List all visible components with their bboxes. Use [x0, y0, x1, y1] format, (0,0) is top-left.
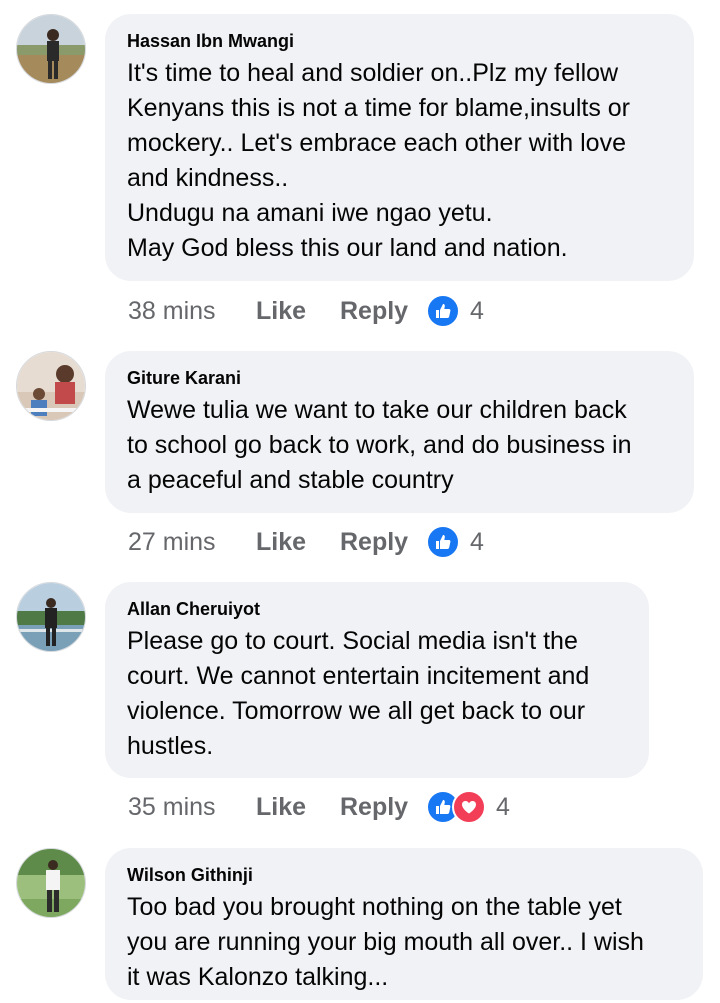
comment-bubble: Hassan Ibn Mwangi It's time to heal and …	[105, 14, 694, 281]
like-button[interactable]: Like	[256, 793, 340, 822]
comment-timestamp[interactable]: 35 mins	[128, 793, 256, 822]
comment-actions: 35 mins Like Reply 4	[128, 790, 510, 824]
comment-timestamp[interactable]: 27 mins	[128, 528, 256, 557]
comment-actions: 27 mins Like Reply 4	[128, 525, 484, 559]
reply-button[interactable]: Reply	[340, 528, 426, 557]
like-button[interactable]: Like	[256, 528, 340, 557]
reply-button[interactable]: Reply	[340, 297, 426, 326]
comment-bubble: Giture Karani Wewe tulia we want to take…	[105, 351, 694, 513]
heart-icon	[452, 790, 486, 824]
comment-text: Please go to court. Social media isn't t…	[127, 627, 590, 760]
comment-author[interactable]: Hassan Ibn Mwangi	[127, 30, 672, 52]
comment-text: It's time to heal and soldier on..Plz my…	[127, 59, 631, 262]
thumbs-up-icon	[426, 525, 460, 559]
comment-author[interactable]: Allan Cheruiyot	[127, 598, 627, 620]
avatar[interactable]	[16, 14, 86, 84]
comment-actions: 38 mins Like Reply 4	[128, 294, 484, 328]
like-button[interactable]: Like	[256, 297, 340, 326]
avatar[interactable]	[16, 848, 86, 918]
reaction-summary[interactable]: 4	[426, 790, 510, 824]
thumbs-up-icon	[426, 294, 460, 328]
comment-text: Wewe tulia we want to take our children …	[127, 396, 632, 494]
reaction-summary[interactable]: 4	[426, 294, 484, 328]
comment-bubble: Wilson Githinji Too bad you brought noth…	[105, 848, 703, 1000]
comment-author[interactable]: Giture Karani	[127, 367, 672, 389]
comment-timestamp[interactable]: 38 mins	[128, 297, 256, 326]
avatar[interactable]	[16, 582, 86, 652]
reaction-count: 4	[496, 792, 510, 821]
comment-bubble: Allan Cheruiyot Please go to court. Soci…	[105, 582, 649, 778]
comment-text: Too bad you brought nothing on the table…	[127, 893, 644, 991]
avatar[interactable]	[16, 351, 86, 421]
reaction-count: 4	[470, 296, 484, 325]
reaction-count: 4	[470, 527, 484, 556]
reaction-summary[interactable]: 4	[426, 525, 484, 559]
comment-author[interactable]: Wilson Githinji	[127, 864, 681, 886]
reply-button[interactable]: Reply	[340, 793, 426, 822]
